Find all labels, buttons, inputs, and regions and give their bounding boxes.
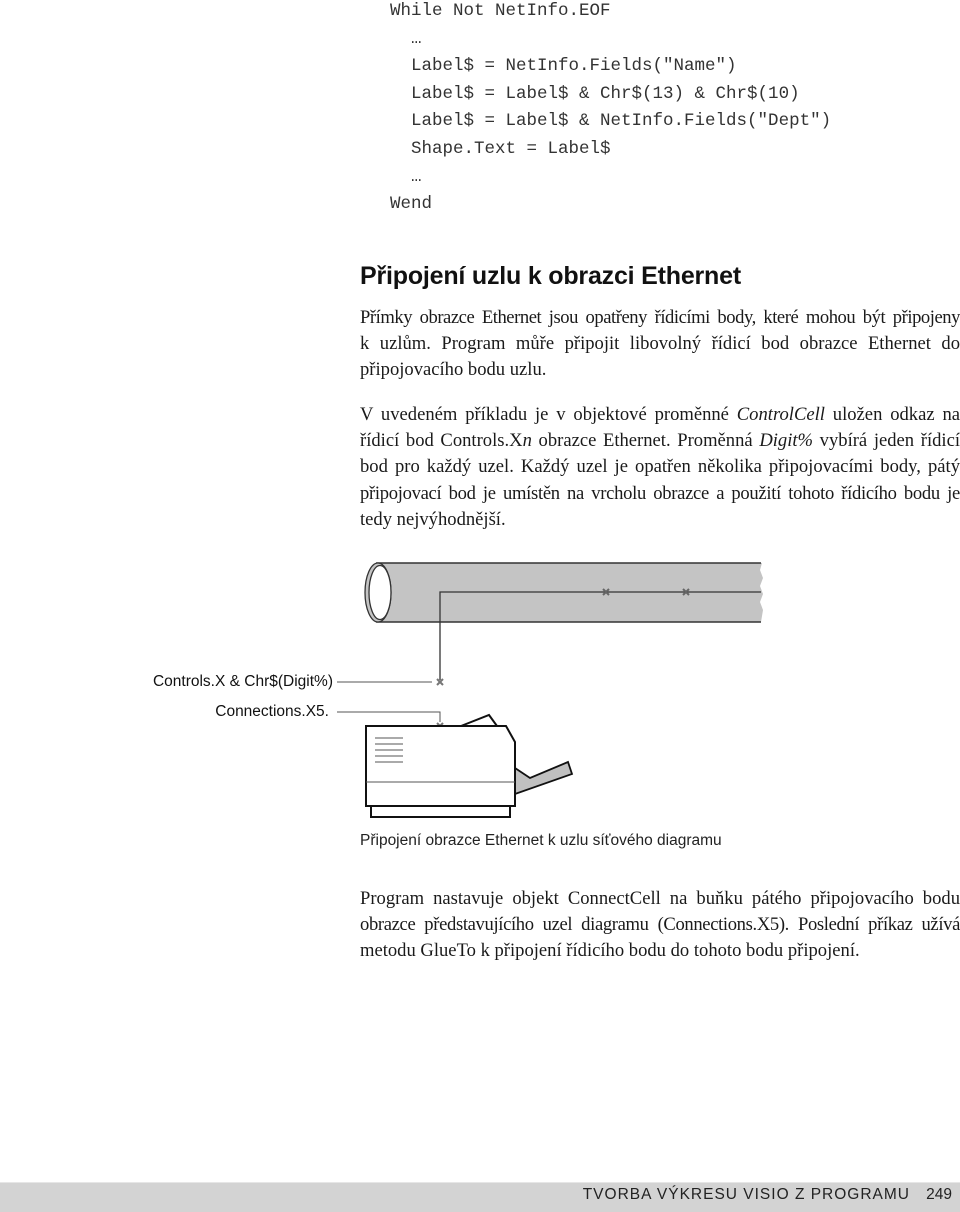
page-number: 249 <box>926 1186 952 1203</box>
paragraph-summary: Program nastavuje objekt ConnectCell na … <box>360 886 960 965</box>
figure-caption: Připojení obrazce Ethernet k uzlu síťové… <box>360 832 722 849</box>
ethernet-cable-shape <box>364 562 763 680</box>
printer-node-shape <box>365 713 574 818</box>
leader-line-connections <box>337 711 441 722</box>
text-line: obrazce představujícího uzel diagramu (C… <box>360 914 960 936</box>
text-line: Program nastavuje objekt ConnectCell na … <box>360 888 960 909</box>
ethernet-node-diagram <box>337 562 763 818</box>
label-connections: Connections.X5. <box>215 703 329 720</box>
printer-output-tray <box>514 760 574 796</box>
printer-base <box>370 805 511 818</box>
footer-chapter-title: TVORBA VÝKRESU VISIO Z PROGRAMU <box>582 1186 910 1203</box>
label-controls: Controls.X & Chr$(Digit%) <box>152 673 333 690</box>
text-line: metodu GlueTo k připojení řídicího bodu … <box>360 940 860 962</box>
cable-end-inner <box>368 564 392 621</box>
printer-paper <box>460 713 499 727</box>
